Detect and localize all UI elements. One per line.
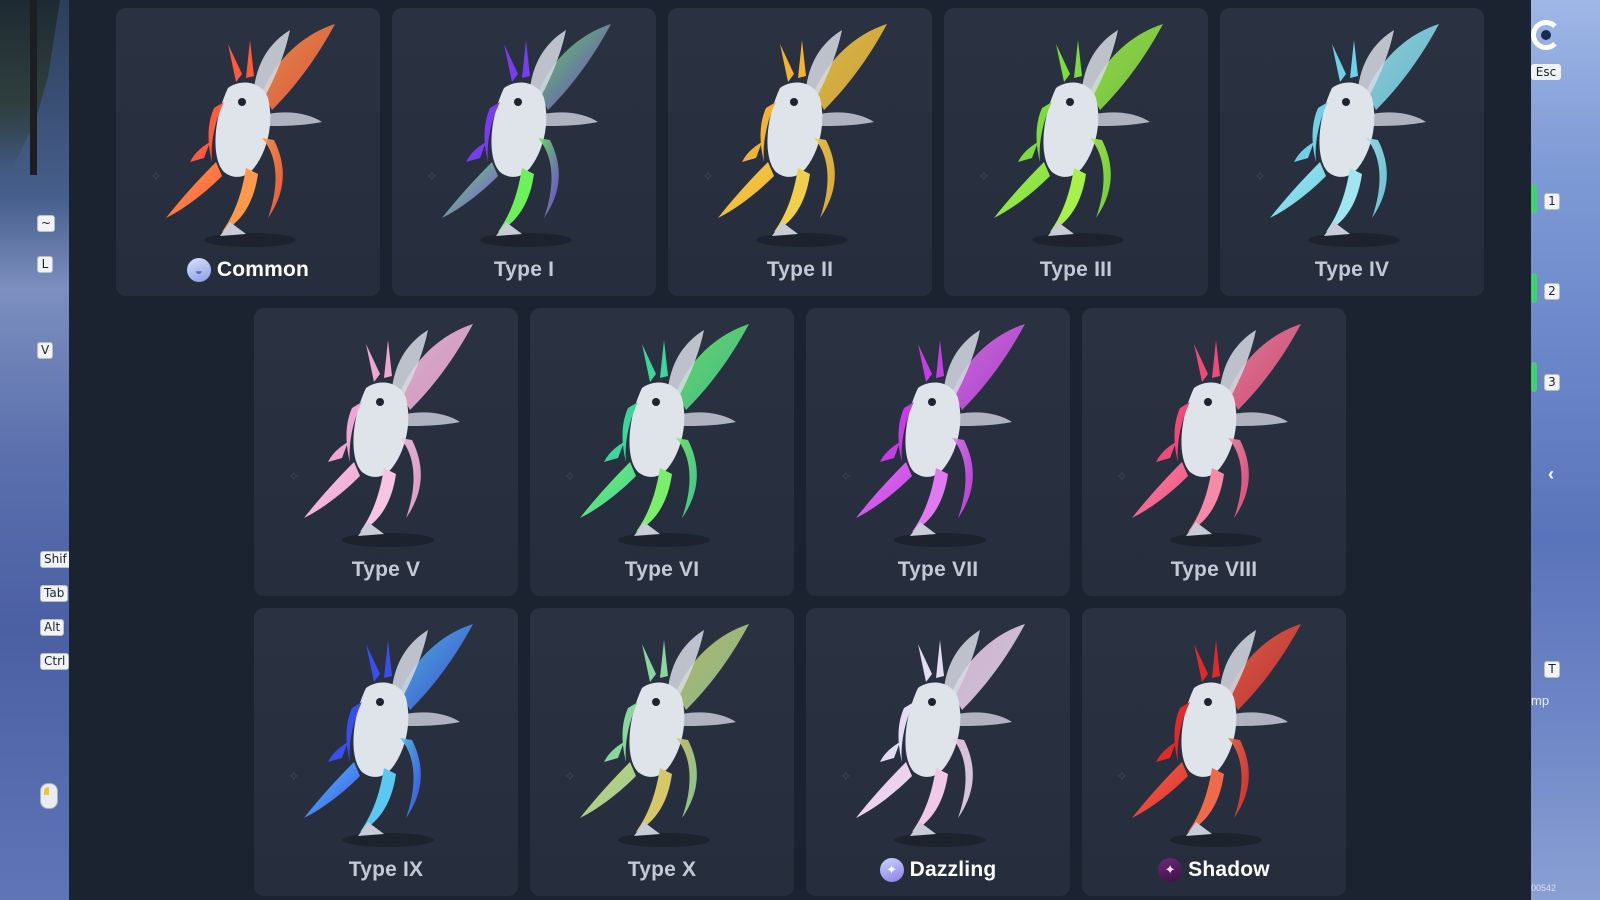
variant-card-type-6[interactable]: ✧ Type VI: [530, 308, 794, 596]
variant-label: Type II: [668, 258, 932, 282]
variant-card-type-10[interactable]: ✧ Type X: [530, 608, 794, 896]
common-badge-icon: ◒: [186, 258, 211, 282]
variant-label: Type I: [392, 258, 656, 282]
variant-label-text: Type VII: [897, 558, 979, 581]
variant-label: Type V: [254, 558, 518, 582]
variant-card-type-2[interactable]: ✧ Type II: [668, 8, 932, 296]
corner-id-text: 00542: [1531, 883, 1557, 893]
variant-label-text: Dazzling: [909, 858, 997, 881]
variant-card-type-8[interactable]: ✧ Type VIII: [1082, 308, 1346, 596]
variant-card-common[interactable]: ✧ ◒ Common: [116, 8, 380, 296]
key-hint-1[interactable]: 1: [1544, 193, 1560, 210]
creature-sprite-icon: [1132, 324, 1301, 547]
key-hint-3[interactable]: 3: [1544, 374, 1560, 391]
variant-label-text: Type V: [351, 558, 421, 581]
key-hint-l[interactable]: L: [37, 256, 53, 273]
creature-sprite-icon: [1270, 24, 1439, 247]
variant-card-type-5[interactable]: ✧ Type V: [254, 308, 518, 596]
key-hint-shift[interactable]: Shif: [40, 551, 69, 568]
variant-label-text: Type I: [493, 258, 555, 281]
variant-label: Type VI: [530, 558, 794, 582]
creature-sprite-icon: [856, 324, 1025, 547]
creature-sprite-icon: [304, 324, 473, 547]
right-scenery-strip: [1531, 0, 1600, 900]
variant-gallery-panel: ✧ ◒ Common ✧ Type I ✧ Type II ✧ Type III ✧ Typ…: [69, 0, 1531, 900]
party-slot-2-indicator: [1531, 273, 1537, 303]
close-icon[interactable]: [1531, 20, 1561, 50]
creature-sprite-icon: [442, 24, 611, 247]
variant-card-type-1[interactable]: ✧ Type I: [392, 8, 656, 296]
dazzling-badge-icon: ✦: [879, 858, 904, 882]
variant-label-text: Common: [216, 258, 310, 281]
creature-sprite-icon: [580, 624, 749, 847]
variant-card-type-4[interactable]: ✧ Type IV: [1220, 8, 1484, 296]
variant-card-type-7[interactable]: ✧ Type VII: [806, 308, 1070, 596]
variant-label: Type X: [530, 858, 794, 882]
variant-label-text: Type VIII: [1170, 558, 1258, 581]
party-slot-1-indicator: [1531, 184, 1537, 214]
key-hint-t[interactable]: T: [1544, 661, 1560, 678]
variant-label-text: Shadow: [1188, 858, 1270, 881]
shadow-badge-icon: ✦: [1158, 858, 1183, 882]
variant-label-text: Type II: [766, 258, 834, 281]
key-hint-2[interactable]: 2: [1544, 283, 1560, 300]
variant-label: ✦ Dazzling: [806, 858, 1070, 882]
variant-card-type-3[interactable]: ✧ Type III: [944, 8, 1208, 296]
party-slot-3-indicator: [1531, 362, 1537, 392]
variant-label: ✦ Shadow: [1082, 858, 1346, 882]
side-hint-text: mp: [1531, 693, 1550, 708]
creature-sprite-icon: [1132, 624, 1301, 847]
mouse-icon: [40, 783, 58, 809]
variant-card-type-9[interactable]: ✧ Type IX: [254, 608, 518, 896]
variant-label: Type IV: [1220, 258, 1484, 282]
variant-label: Type VIII: [1082, 558, 1346, 582]
esc-key-hint[interactable]: Esc: [1531, 64, 1561, 80]
chevron-left-icon[interactable]: ‹: [1548, 464, 1554, 485]
variant-card-dazzling[interactable]: ✧ ✦ Dazzling: [806, 608, 1070, 896]
key-hint-alt[interactable]: Alt: [40, 619, 65, 636]
creature-sprite-icon: [304, 624, 473, 847]
variant-label-text: Type IV: [1314, 258, 1390, 281]
creature-sprite-icon: [994, 24, 1163, 247]
creature-sprite-icon: [580, 324, 749, 547]
tree-trunk: [30, 0, 37, 175]
variant-label: Type III: [944, 258, 1208, 282]
variant-label-text: Type VI: [624, 558, 700, 581]
key-hint-tab[interactable]: Tab: [40, 585, 69, 602]
left-scenery-strip: ~ L V Shif Tab Alt Ctrl: [0, 0, 69, 900]
creature-sprite-icon: [856, 624, 1025, 847]
variant-label: Type IX: [254, 858, 518, 882]
key-hint-v[interactable]: V: [37, 342, 54, 359]
variant-label-text: Type X: [627, 858, 697, 881]
creature-sprite-icon: [166, 24, 335, 247]
variant-label: ◒ Common: [116, 258, 380, 282]
variant-label: Type VII: [806, 558, 1070, 582]
creature-sprite-icon: [718, 24, 887, 247]
key-hint-tilde[interactable]: ~: [37, 215, 56, 232]
variant-label-text: Type IX: [348, 858, 424, 881]
key-hint-ctrl[interactable]: Ctrl: [40, 653, 69, 670]
variant-card-shadow[interactable]: ✧ ✦ Shadow: [1082, 608, 1346, 896]
variant-label-text: Type III: [1039, 258, 1113, 281]
